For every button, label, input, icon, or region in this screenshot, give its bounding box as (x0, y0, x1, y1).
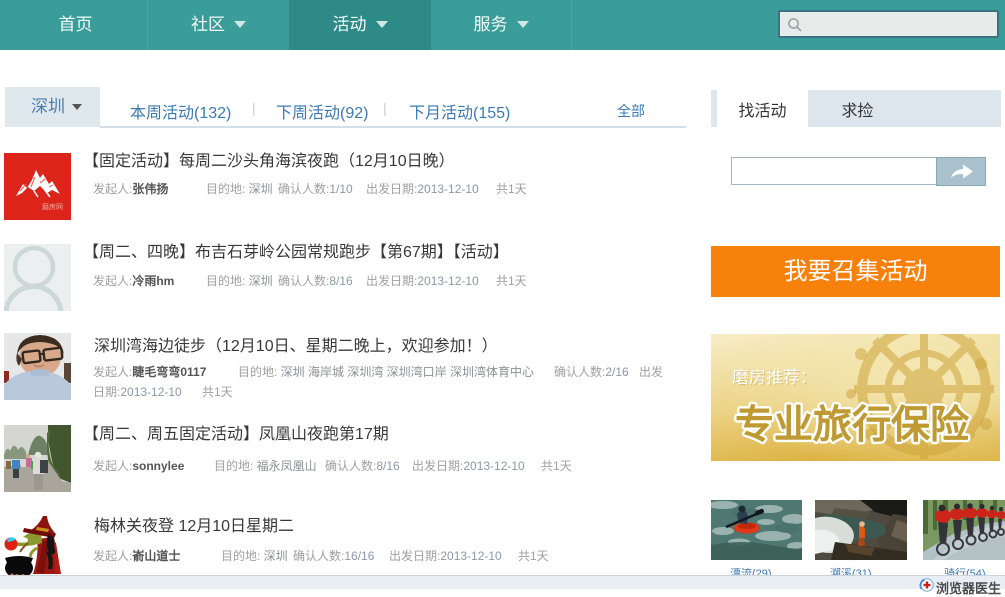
svg-text:专业旅行保险: 专业旅行保险 (735, 404, 970, 447)
svg-text:磨房推荐：: 磨房推荐： (732, 368, 817, 387)
svg-text:磨房网: 磨房网 (42, 202, 63, 211)
